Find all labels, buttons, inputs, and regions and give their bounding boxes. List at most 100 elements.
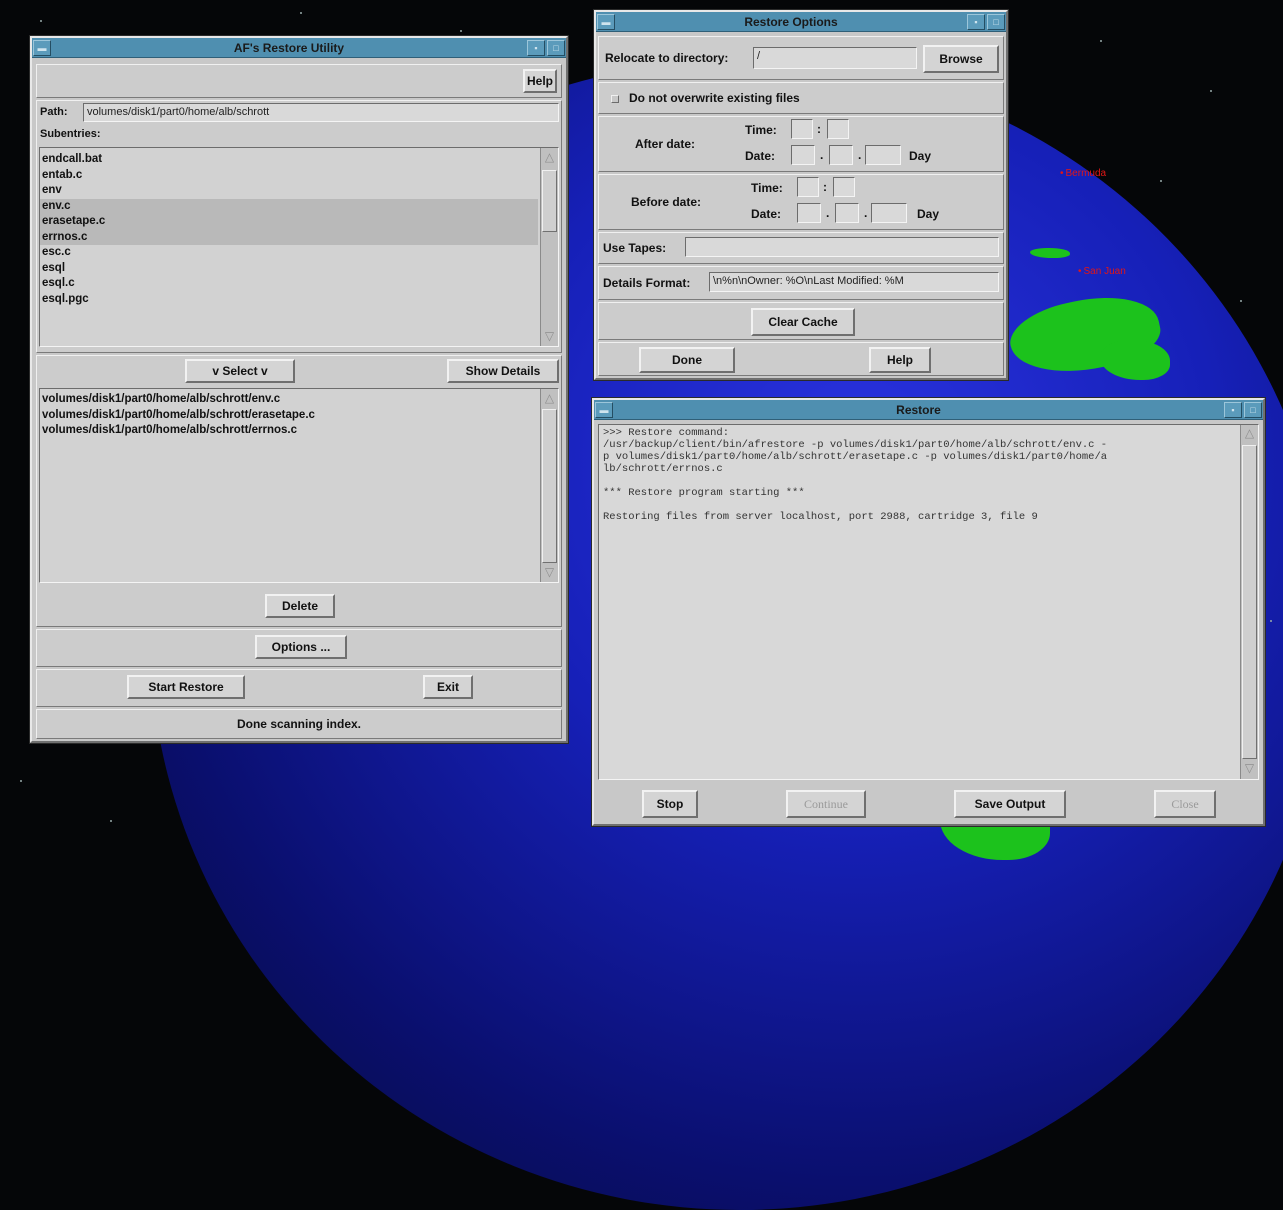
output-line: p volumes/disk1/part0/home/alb/schrott/e… bbox=[603, 451, 1108, 463]
place-label-bermuda: Bermuda bbox=[1060, 168, 1107, 179]
selection-panel: v Select v Show Details volumes/disk1/pa… bbox=[36, 355, 562, 627]
window-title: AF's Restore Utility bbox=[233, 40, 345, 55]
subentries-scrollbar[interactable]: △ ▽ bbox=[540, 148, 558, 346]
before-day-field[interactable] bbox=[797, 203, 821, 223]
save-output-button[interactable]: Save Output bbox=[954, 790, 1066, 818]
selected-paths-list[interactable]: volumes/disk1/part0/home/alb/schrott/env… bbox=[39, 388, 559, 583]
scroll-thumb[interactable] bbox=[542, 409, 557, 563]
restore-options-titlebar[interactable]: ▬ Restore Options ▪ □ bbox=[596, 12, 1006, 32]
list-item[interactable]: erasetape.c bbox=[40, 214, 538, 230]
after-date-label: After date: bbox=[635, 137, 696, 151]
restore-output-text[interactable]: >>> Restore command:/usr/backup/client/b… bbox=[598, 424, 1259, 780]
output-line: /usr/backup/client/bin/afrestore -p volu… bbox=[603, 439, 1108, 451]
continue-button[interactable]: Continue bbox=[786, 790, 866, 818]
output-line: *** Restore program starting *** bbox=[603, 487, 805, 499]
minimize-button[interactable]: ▪ bbox=[967, 13, 985, 30]
minimize-icon: ▪ bbox=[974, 16, 978, 27]
use-tapes-label: Use Tapes: bbox=[603, 241, 667, 255]
browser-panel: Path: volumes/disk1/part0/home/alb/schro… bbox=[36, 100, 562, 353]
window-menu-button[interactable]: ▬ bbox=[597, 13, 615, 30]
restore-utility-titlebar[interactable]: ▬ AF's Restore Utility ▪ □ bbox=[32, 38, 566, 58]
list-item[interactable]: env bbox=[40, 183, 538, 199]
list-item[interactable]: volumes/disk1/part0/home/alb/schrott/era… bbox=[40, 408, 538, 424]
list-item[interactable]: esql.pgc bbox=[40, 292, 538, 308]
no-overwrite-label: Do not overwrite existing files bbox=[629, 91, 800, 105]
close-button[interactable]: Close bbox=[1154, 790, 1216, 818]
action-panel: Start Restore Exit bbox=[36, 669, 562, 707]
list-item[interactable]: esql bbox=[40, 261, 538, 277]
menu-icon: ▬ bbox=[601, 16, 611, 27]
maximize-button[interactable]: □ bbox=[547, 39, 565, 56]
star bbox=[1160, 180, 1162, 182]
selected-scrollbar[interactable]: △ ▽ bbox=[540, 389, 558, 582]
stop-button[interactable]: Stop bbox=[642, 790, 698, 818]
after-year-field[interactable] bbox=[865, 145, 901, 165]
no-overwrite-checkbox[interactable] bbox=[611, 95, 619, 103]
done-button[interactable]: Done bbox=[639, 347, 735, 373]
help-button[interactable]: Help bbox=[523, 69, 557, 93]
list-item[interactable]: esql.c bbox=[40, 276, 538, 292]
before-month-field[interactable] bbox=[835, 203, 859, 223]
details-format-field[interactable]: \n%n\nOwner: %O\nLast Modified: %M bbox=[709, 272, 999, 292]
show-details-button[interactable]: Show Details bbox=[447, 359, 559, 383]
scroll-up-icon[interactable]: △ bbox=[542, 150, 557, 165]
after-hour-field[interactable] bbox=[791, 119, 813, 139]
browse-button[interactable]: Browse bbox=[923, 45, 999, 73]
scroll-up-icon[interactable]: △ bbox=[542, 391, 557, 406]
after-day-label: Day bbox=[909, 149, 932, 163]
list-item[interactable]: env.c bbox=[40, 198, 538, 214]
after-month-field[interactable] bbox=[829, 145, 853, 165]
scroll-thumb[interactable] bbox=[542, 170, 557, 232]
output-scrollbar[interactable]: △ ▽ bbox=[1240, 425, 1258, 779]
list-item[interactable]: esc.c bbox=[40, 245, 538, 261]
before-year-field[interactable] bbox=[871, 203, 907, 223]
before-minute-field[interactable] bbox=[833, 177, 855, 197]
details-format-panel: Details Format: \n%n\nOwner: %O\nLast Mo… bbox=[598, 266, 1004, 300]
window-menu-button[interactable]: ▬ bbox=[33, 39, 51, 56]
path-label: Path: bbox=[40, 106, 68, 118]
list-item[interactable]: entab.c bbox=[40, 168, 538, 184]
path-field[interactable]: volumes/disk1/part0/home/alb/schrott bbox=[83, 103, 559, 122]
list-item[interactable]: endcall.bat bbox=[40, 152, 538, 168]
scroll-down-icon[interactable]: ▽ bbox=[1242, 762, 1257, 777]
star bbox=[300, 12, 302, 14]
options-button[interactable]: Options ... bbox=[255, 635, 347, 659]
scroll-down-icon[interactable]: ▽ bbox=[542, 565, 557, 580]
after-day-field[interactable] bbox=[791, 145, 815, 165]
subentries-list[interactable]: endcall.bat entab.c env env.c erasetape.c err… bbox=[39, 147, 559, 347]
after-minute-field[interactable] bbox=[827, 119, 849, 139]
before-hour-field[interactable] bbox=[797, 177, 819, 197]
minimize-button[interactable]: ▪ bbox=[527, 39, 545, 56]
before-time-label: Time: bbox=[751, 181, 783, 195]
exit-button[interactable]: Exit bbox=[423, 675, 473, 699]
options-help-button[interactable]: Help bbox=[869, 347, 931, 373]
minimize-button[interactable]: ▪ bbox=[1224, 401, 1242, 418]
list-item[interactable]: volumes/disk1/part0/home/alb/schrott/env… bbox=[40, 392, 538, 408]
select-button[interactable]: v Select v bbox=[185, 359, 295, 383]
maximize-button[interactable]: □ bbox=[987, 13, 1005, 30]
start-restore-button[interactable]: Start Restore bbox=[127, 675, 245, 699]
help-bar: Help bbox=[36, 64, 562, 98]
list-item[interactable]: errnos.c bbox=[40, 229, 538, 245]
maximize-button[interactable]: □ bbox=[1244, 401, 1262, 418]
star bbox=[110, 820, 112, 822]
relocate-field[interactable]: / bbox=[753, 47, 917, 69]
restore-output-titlebar[interactable]: ▬ Restore ▪ □ bbox=[594, 400, 1263, 420]
star bbox=[1270, 620, 1272, 622]
time-separator: : bbox=[817, 122, 821, 136]
delete-button[interactable]: Delete bbox=[265, 594, 335, 618]
scroll-thumb[interactable] bbox=[1242, 445, 1257, 759]
window-menu-button[interactable]: ▬ bbox=[595, 401, 613, 418]
list-item[interactable]: volumes/disk1/part0/home/alb/schrott/err… bbox=[40, 423, 538, 439]
star bbox=[460, 30, 462, 32]
use-tapes-panel: Use Tapes: bbox=[598, 232, 1004, 264]
options-buttons-panel: Done Help bbox=[598, 342, 1004, 376]
maximize-icon: □ bbox=[1250, 404, 1256, 415]
scroll-down-icon[interactable]: ▽ bbox=[542, 329, 557, 344]
scroll-up-icon[interactable]: △ bbox=[1242, 427, 1257, 442]
subentries-rows: endcall.bat entab.c env env.c erasetape.c err… bbox=[40, 152, 538, 307]
clear-cache-button[interactable]: Clear Cache bbox=[751, 308, 855, 336]
use-tapes-field[interactable] bbox=[685, 237, 999, 257]
menu-icon: ▬ bbox=[599, 404, 609, 415]
output-lines: >>> Restore command:/usr/backup/client/b… bbox=[603, 427, 1232, 523]
